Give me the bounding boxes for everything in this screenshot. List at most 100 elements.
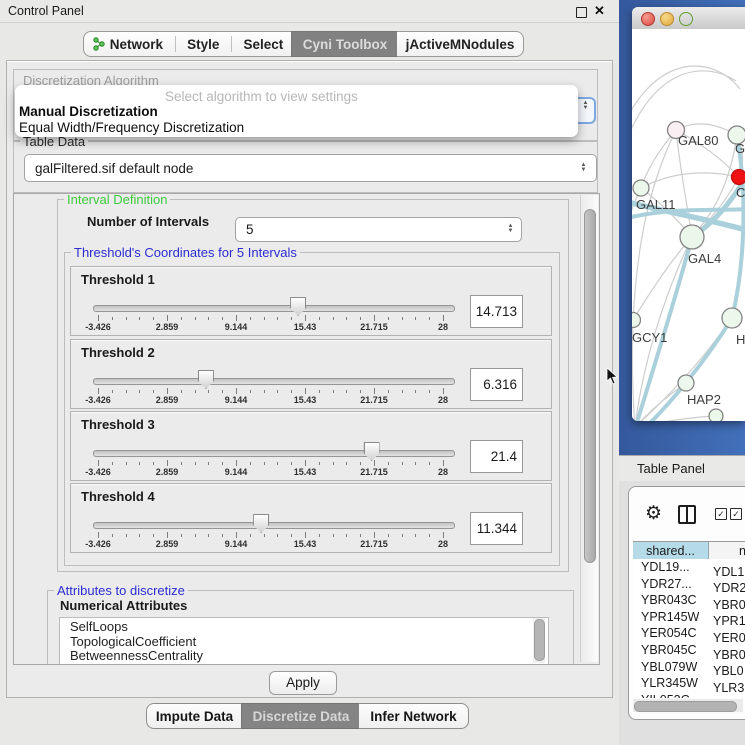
settings-vertical-scrollbar[interactable] [580,195,598,662]
node-label: GAL4 [688,251,721,266]
number-of-intervals-value: 5 [246,222,254,237]
column-header-shared-name[interactable]: shared... [633,542,709,560]
cyni-toolbox-panel: Discretization Algorithm ▲▼ Select algor… [6,60,613,698]
attributes-legend: Attributes to discretize [54,583,188,598]
threshold-slider-thumb[interactable] [253,514,269,533]
network-canvas[interactable]: GAL80GCGAL11GAL4GCY1HHAP2 [632,29,745,421]
threshold-slider-track[interactable] [93,305,455,312]
cell-shared-name: YIL052C [633,692,709,698]
threshold-slider-thumb[interactable] [364,442,380,461]
network-window-titlebar[interactable] [632,7,745,30]
network-node-bottom-node[interactable] [709,409,723,421]
columns-icon[interactable] [678,505,696,524]
node-label: HAP2 [687,392,721,407]
threshold-panel: Threshold 2 -3.4262.8599.14415.4321.7152… [70,339,552,409]
node-label: H [736,332,745,347]
table-header-row: shared... na [633,541,745,561]
tab-network[interactable]: Network [88,37,167,52]
table-row[interactable]: YLR345WYLR3 [633,675,745,692]
threshold-panel: Threshold 3 -3.4262.8599.14415.4321.7152… [70,411,552,481]
tab-select[interactable]: Select [239,37,287,52]
table-horizontal-scrollbar[interactable] [633,699,743,712]
threshold-value-field[interactable]: 6.316 [470,368,523,401]
network-edge[interactable] [635,416,716,421]
cell-shared-name: YBL079W [633,659,709,676]
spinner-arrows-icon: ▲▼ [579,163,588,173]
table-data-combobox-value: galFiltered.sif default node [35,161,193,176]
network-node-GCY1[interactable] [632,313,641,328]
gear-icon[interactable]: ⚙ [645,504,662,523]
table-row[interactable]: YDL19...YDL1 [633,559,745,576]
table-data-combobox[interactable]: galFiltered.sif default node ▲▼ [24,154,597,182]
tab-impute-data[interactable]: Impute Data [146,703,242,729]
cell-shared-name: YDL19... [633,559,709,576]
tab-cyni-toolbox[interactable]: Cyni Toolbox [291,31,399,57]
threshold-label: Threshold 3 [81,417,155,432]
popup-hint: Select algorithm to view settings [165,89,358,104]
tab-style[interactable]: Style [183,37,223,52]
node-table-panel: ⚙ ✓ ✓ shared... na YDL19...YDL1 YDR27...… [628,486,745,720]
network-view-window: GAL80GCGAL11GAL4GCY1HHAP2 [632,7,745,421]
tab-separator [231,36,232,52]
network-node-GAL4[interactable] [680,225,704,249]
threshold-label: Threshold 4 [81,489,155,504]
threshold-slider-thumb[interactable] [290,297,306,316]
column-header-name[interactable]: na [709,542,745,560]
network-node-H-node[interactable] [722,308,742,328]
tab-discretize-data[interactable]: Discretize Data [241,703,361,729]
float-window-icon[interactable] [576,7,587,18]
network-edge[interactable] [641,130,676,188]
tab-infer-network[interactable]: Infer Network [359,703,469,729]
network-node-HAP2[interactable] [678,375,694,391]
threshold-slider-track[interactable] [93,378,455,385]
table-row[interactable]: YBR043CYBR0 [633,592,745,609]
attribute-list-item[interactable]: SelfLoops [70,620,548,635]
network-edge-highlighted[interactable] [635,237,692,421]
tab-separator [175,36,176,52]
threshold-slider-track[interactable] [93,450,455,457]
window-close-icon[interactable] [641,12,655,26]
checkbox-icon[interactable]: ✓ [730,508,742,520]
window-zoom-icon[interactable] [679,12,693,26]
control-panel-title: Control Panel [8,4,84,18]
table-row[interactable]: YIL052CYIL0 [633,692,745,698]
attribute-list-item[interactable]: BetweennessCentrality [70,649,548,664]
numerical-attributes-label: Numerical Attributes [60,598,187,613]
table-row[interactable]: YPR145WYPR1 [633,609,745,626]
threshold-value-field[interactable]: 11.344 [470,512,523,545]
threshold-slider-track[interactable] [93,522,455,529]
node-label: G [735,141,745,156]
table-row[interactable]: YBL079WYBL0 [633,659,745,676]
network-node-red-node[interactable] [732,170,745,185]
tab-jactivemnodules[interactable]: jActiveMNodules [397,31,524,57]
cell-name: YIL0 [709,696,739,698]
cell-shared-name: YLR345W [633,675,709,692]
popup-option-equal-width[interactable]: Equal Width/Frequency Discretization [19,120,244,135]
table-row[interactable]: YBR045CYBR0 [633,642,745,659]
algorithm-dropdown-popup: Select algorithm to view settings Manual… [15,85,578,137]
tab-label: Network [110,37,163,52]
cell-shared-name: YBR045C [633,642,709,659]
threshold-slider-thumb[interactable] [198,370,214,389]
table-data-section: Table Data galFiltered.sif default node … [13,141,598,193]
cell-shared-name: YPR145W [633,609,709,626]
threshold-value-field[interactable]: 14.713 [470,295,523,328]
window-minimize-icon[interactable] [660,12,674,26]
threshold-label: Threshold 2 [81,345,155,360]
node-label: GAL11 [636,197,676,212]
mouse-cursor [606,367,618,385]
number-of-intervals-combobox[interactable]: 5 ▲▼ [235,217,522,242]
attributes-list-scrollbar[interactable] [533,618,545,663]
network-node-GAL11[interactable] [633,180,649,196]
popup-option-manual-discretization[interactable]: Manual Discretization [19,104,158,119]
network-icon [92,37,106,51]
number-of-intervals-label: Number of Intervals [87,214,209,229]
threshold-value-field[interactable]: 21.4 [470,440,523,473]
close-icon[interactable]: ✕ [594,3,605,19]
attribute-list-item[interactable]: TopologicalCoefficient [70,635,548,650]
apply-button[interactable]: Apply [269,671,337,695]
checkbox-icon[interactable]: ✓ [715,508,727,520]
network-edge[interactable] [632,66,740,124]
table-row[interactable]: YDR27...YDR2 [633,576,745,593]
table-row[interactable]: YER054CYER0 [633,625,745,642]
